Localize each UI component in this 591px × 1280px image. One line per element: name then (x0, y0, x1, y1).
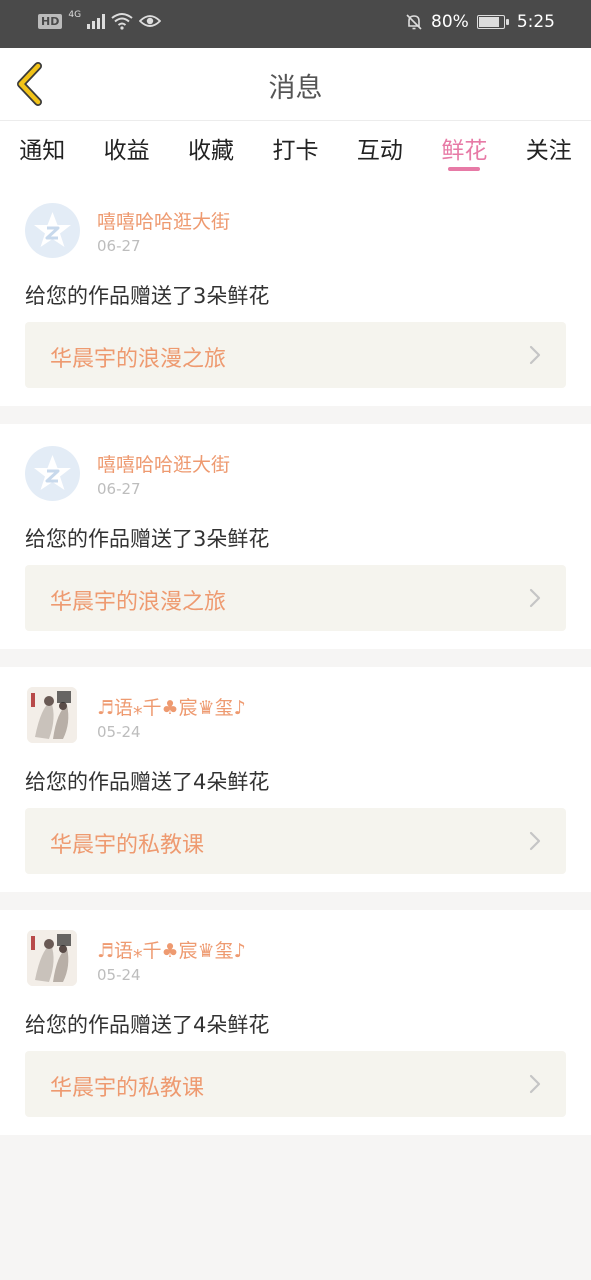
work-link[interactable]: 华晨宇的浪漫之旅 (25, 322, 566, 388)
list-item: ♬语⁎千♣宸♛玺♪ 05-24 给您的作品赠送了4朵鲜花 华晨宇的私教课 (0, 910, 591, 1135)
message-date: 06-27 (97, 237, 141, 255)
sender-name[interactable]: 嘻嘻哈哈逛大街 (97, 207, 230, 234)
status-right: 80% 5:25 (405, 12, 555, 32)
message-list: 嘻嘻哈哈逛大街 06-27 给您的作品赠送了3朵鲜花 华晨宇的浪漫之旅 嘻嘻哈哈… (0, 181, 591, 1153)
page-title: 消息 (268, 73, 323, 104)
list-item: 嘻嘻哈哈逛大街 06-27 给您的作品赠送了3朵鲜花 华晨宇的浪漫之旅 (0, 181, 591, 406)
chevron-right-icon (529, 588, 541, 608)
qq-zone-star-icon (34, 455, 71, 490)
list-item: ♬语⁎千♣宸♛玺♪ 05-24 给您的作品赠送了4朵鲜花 华晨宇的私教课 (0, 667, 591, 892)
status-left: HD 4G (38, 10, 162, 30)
bell-muted-icon (406, 14, 422, 30)
hd-badge: HD (38, 13, 63, 29)
message-text: 给您的作品赠送了3朵鲜花 (25, 527, 270, 551)
tab-interaction[interactable]: 互动 (338, 121, 422, 181)
chevron-right-icon (529, 345, 541, 365)
artwork-avatar-icon (27, 687, 77, 743)
work-link[interactable]: 华晨宇的私教课 (25, 808, 566, 874)
work-title: 华晨宇的浪漫之旅 (50, 590, 227, 615)
message-text: 给您的作品赠送了4朵鲜花 (25, 770, 270, 794)
signal-icon (87, 13, 106, 29)
battery-percent: 80% (431, 12, 469, 32)
tab-favorites[interactable]: 收藏 (169, 121, 253, 181)
clock: 5:25 (516, 12, 555, 32)
wifi-icon (111, 13, 133, 30)
battery-icon (476, 15, 509, 29)
eye-icon (139, 15, 162, 27)
avatar[interactable] (27, 930, 77, 986)
message-date: 05-24 (97, 723, 141, 741)
status-bar: HD 4G 80% 5:25 (0, 0, 591, 48)
work-title: 华晨宇的浪漫之旅 (50, 347, 227, 372)
chevron-right-icon (529, 831, 541, 851)
tab-bar: 通知 收益 收藏 打卡 互动 鲜花 关注 (0, 121, 591, 181)
work-link[interactable]: 华晨宇的私教课 (25, 1051, 566, 1117)
top-header: 消息 (0, 48, 591, 121)
sender-name[interactable]: ♬语⁎千♣宸♛玺♪ (97, 936, 246, 963)
qq-zone-star-icon (34, 212, 71, 247)
message-date: 06-27 (97, 480, 141, 498)
network-type: 4G (68, 10, 82, 20)
work-title: 华晨宇的私教课 (50, 1076, 205, 1101)
chevron-right-icon (529, 1074, 541, 1094)
message-text: 给您的作品赠送了4朵鲜花 (25, 1013, 270, 1037)
avatar[interactable] (25, 446, 80, 501)
message-text: 给您的作品赠送了3朵鲜花 (25, 284, 270, 308)
avatar[interactable] (27, 687, 77, 743)
tab-follow[interactable]: 关注 (507, 121, 591, 181)
work-link[interactable]: 华晨宇的浪漫之旅 (25, 565, 566, 631)
tab-earnings[interactable]: 收益 (84, 121, 168, 181)
message-date: 05-24 (97, 966, 141, 984)
list-item: 嘻嘻哈哈逛大街 06-27 给您的作品赠送了3朵鲜花 华晨宇的浪漫之旅 (0, 424, 591, 649)
sender-name[interactable]: ♬语⁎千♣宸♛玺♪ (97, 693, 246, 720)
sender-name[interactable]: 嘻嘻哈哈逛大街 (97, 450, 230, 477)
work-title: 华晨宇的私教课 (50, 833, 205, 858)
tab-notice[interactable]: 通知 (0, 121, 84, 181)
avatar[interactable] (25, 203, 80, 258)
tab-flowers[interactable]: 鲜花 (422, 121, 506, 181)
tab-checkin[interactable]: 打卡 (253, 121, 337, 181)
artwork-avatar-icon (27, 930, 77, 986)
